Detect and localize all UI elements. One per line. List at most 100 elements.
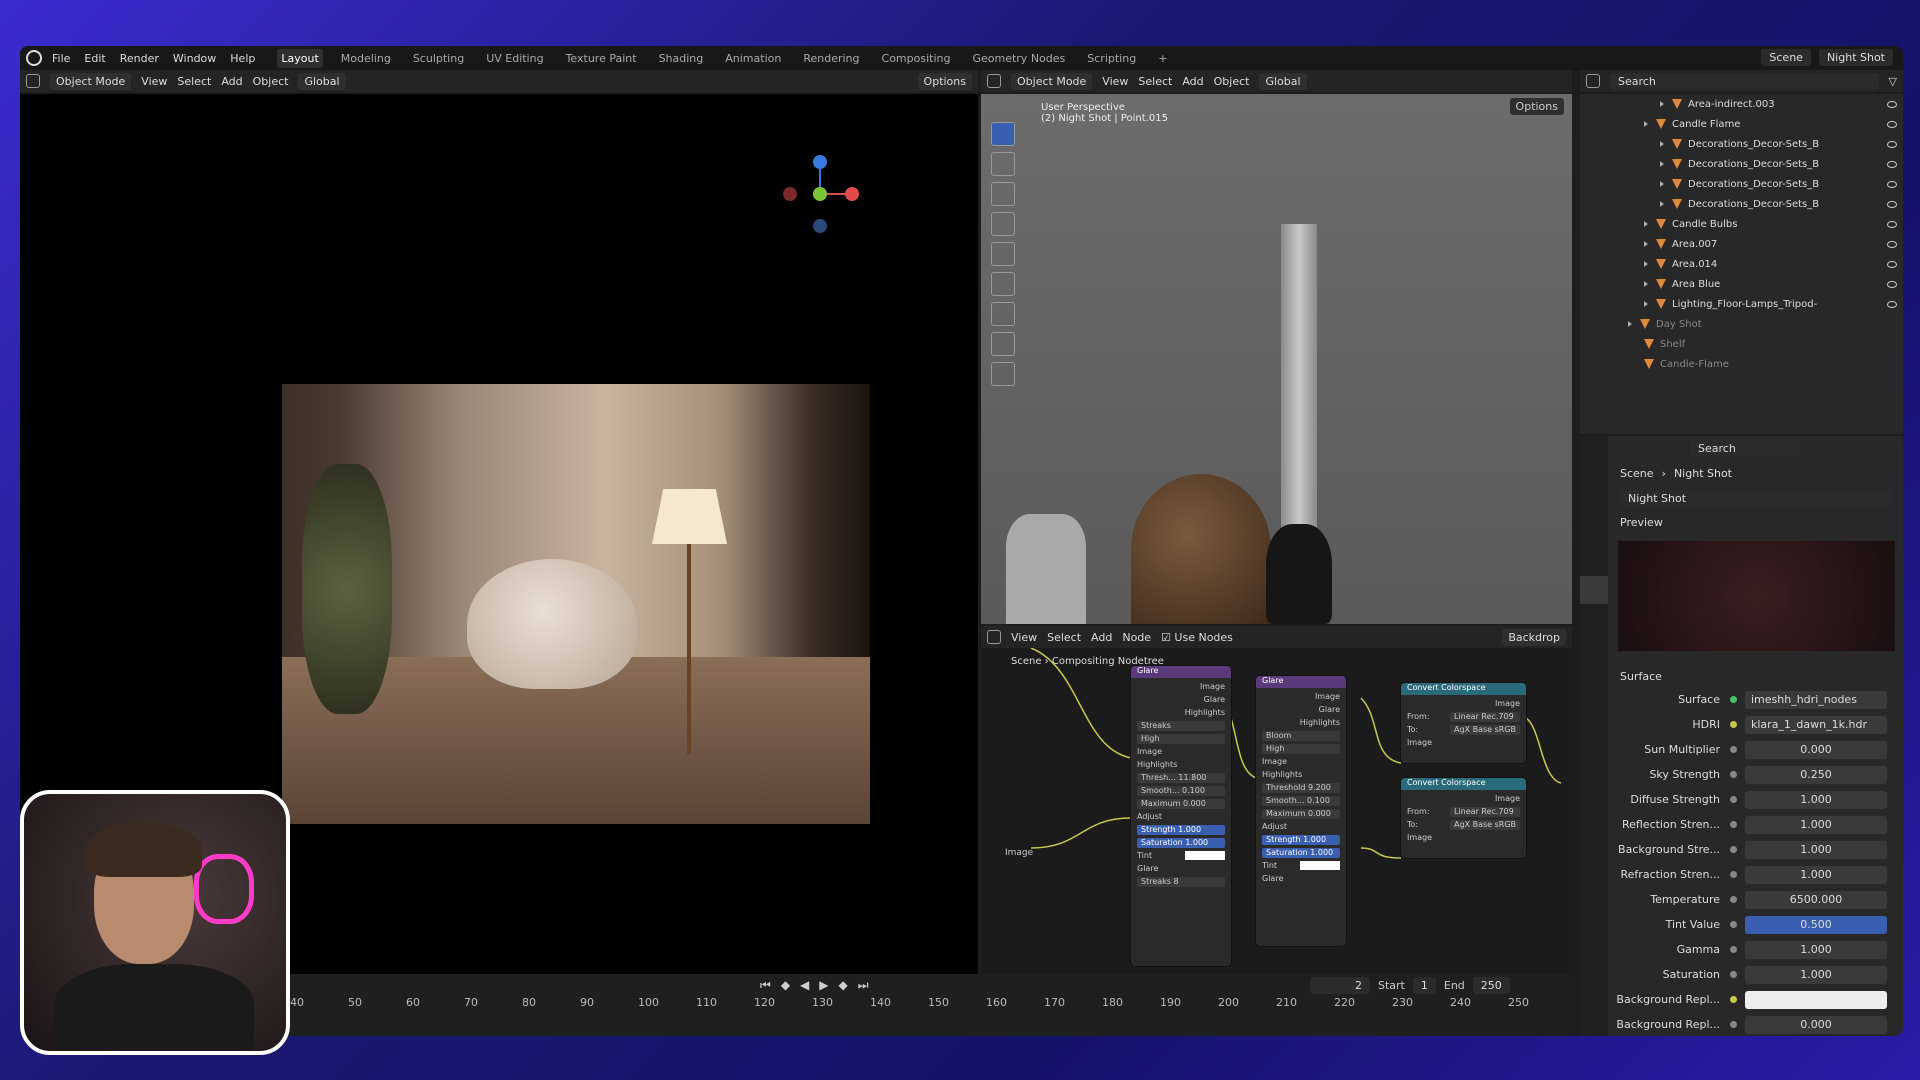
glare1-adjust-section[interactable]: Adjust: [1131, 810, 1231, 823]
glare2-threshold-field[interactable]: Threshold 9.200: [1262, 782, 1340, 793]
transform-orientation-dropdown[interactable]: Global: [298, 72, 346, 90]
transform-orientation-dropdown-2[interactable]: Global: [1259, 72, 1307, 90]
current-frame-field[interactable]: 2: [1310, 977, 1370, 994]
add-workspace-icon[interactable]: +: [1154, 49, 1171, 68]
glare1-glare-section[interactable]: Glare: [1131, 862, 1231, 875]
outliner-row[interactable]: Day Shot: [1580, 314, 1903, 334]
glare2-type-dropdown[interactable]: Bloom: [1262, 730, 1340, 741]
select-menu-2[interactable]: Select: [1138, 75, 1172, 88]
glare2-strength-slider[interactable]: Strength 1.000: [1262, 834, 1340, 845]
scene-selector[interactable]: Scene: [1761, 49, 1811, 66]
node-add-menu[interactable]: Add: [1091, 631, 1112, 644]
scene-tab-icon[interactable]: [1580, 548, 1608, 576]
blender-logo-icon[interactable]: [26, 50, 42, 66]
glare1-highlights-section[interactable]: Highlights: [1131, 758, 1231, 771]
outliner-row[interactable]: Candle Bulbs: [1580, 214, 1903, 234]
select-tool-icon[interactable]: [991, 122, 1015, 146]
eye-icon[interactable]: [1887, 280, 1897, 288]
end-frame-field[interactable]: 250: [1472, 977, 1510, 994]
world-tab-icon[interactable]: [1580, 576, 1608, 604]
editor-type-icon-2[interactable]: [987, 74, 1001, 88]
filter-icon[interactable]: ▽: [1889, 75, 1897, 88]
node-select-menu[interactable]: Select: [1047, 631, 1081, 644]
outliner-row[interactable]: Decorations_Decor-Sets_B: [1580, 154, 1903, 174]
convert-colorspace-node-1[interactable]: Convert Colorspace Image From: Linear Rec…: [1401, 683, 1526, 763]
node-node-menu[interactable]: Node: [1122, 631, 1151, 644]
rotate-tool-icon[interactable]: [991, 212, 1015, 236]
bc-world[interactable]: Night Shot: [1674, 467, 1732, 480]
add-menu-2[interactable]: Add: [1182, 75, 1203, 88]
outliner-row[interactable]: Candle Flame: [1580, 114, 1903, 134]
param-field[interactable]: 0.250: [1745, 765, 1887, 784]
outliner-editor-icon[interactable]: [1586, 74, 1600, 88]
surface-field[interactable]: imeshh_hdri_nodes: [1745, 690, 1887, 709]
outliner[interactable]: Area-indirect.003 Candle Flame Decoratio…: [1580, 94, 1903, 434]
preview-section-header[interactable]: Preview: [1610, 511, 1903, 533]
outliner-row[interactable]: Area.014: [1580, 254, 1903, 274]
editor-type-icon[interactable]: [26, 74, 40, 88]
tab-geometry-nodes[interactable]: Geometry Nodes: [968, 49, 1069, 68]
view-layer-selector[interactable]: Night Shot: [1818, 49, 1893, 66]
menu-help[interactable]: Help: [230, 52, 255, 65]
eye-icon[interactable]: [1887, 300, 1897, 308]
outliner-row[interactable]: Lighting_Floor-Lamps_Tripod-: [1580, 294, 1903, 314]
tab-scripting[interactable]: Scripting: [1083, 49, 1140, 68]
menu-edit[interactable]: Edit: [84, 52, 105, 65]
output-tab-icon[interactable]: [1580, 492, 1608, 520]
glare2-adjust-section[interactable]: Adjust: [1256, 820, 1346, 833]
properties-search[interactable]: Search: [1690, 440, 1800, 457]
add-cube-tool-icon[interactable]: [991, 362, 1015, 386]
backdrop-button[interactable]: Backdrop: [1502, 628, 1566, 646]
glare1-strength-slider[interactable]: Strength 1.000: [1137, 824, 1225, 835]
bc-scene[interactable]: Scene: [1620, 467, 1654, 480]
render-tab-icon[interactable]: [1580, 464, 1608, 492]
glare1-type-dropdown[interactable]: Streaks: [1137, 720, 1225, 731]
node-view-menu[interactable]: View: [1011, 631, 1037, 644]
glare2-quality-dropdown[interactable]: High: [1262, 743, 1340, 754]
tab-modeling[interactable]: Modeling: [337, 49, 395, 68]
scale-tool-icon[interactable]: [991, 242, 1015, 266]
glare2-out-glare[interactable]: Glare: [1256, 703, 1346, 716]
glare2-out-image[interactable]: Image: [1256, 690, 1346, 703]
eye-icon[interactable]: [1887, 200, 1897, 208]
param-field[interactable]: 0.000: [1745, 740, 1887, 759]
view-layer-tab-icon[interactable]: [1580, 520, 1608, 548]
prev-key-icon[interactable]: ◆: [781, 978, 790, 993]
start-frame-field[interactable]: 1: [1412, 977, 1436, 994]
outliner-row[interactable]: Area-indirect.003: [1580, 94, 1903, 114]
cc2-out-image[interactable]: Image: [1401, 792, 1526, 805]
outliner-row[interactable]: Area.007: [1580, 234, 1903, 254]
select-menu[interactable]: Select: [177, 75, 211, 88]
glare2-out-highlights[interactable]: Highlights: [1256, 716, 1346, 729]
glare1-quality-dropdown[interactable]: High: [1137, 733, 1225, 744]
node-editor-canvas[interactable]: Scene › Compositing Nodetree Image Glare…: [981, 648, 1572, 974]
tool-tab-icon[interactable]: [1580, 436, 1608, 464]
param-field[interactable]: 0.000: [1745, 1015, 1887, 1034]
glare2-glare-section[interactable]: Glare: [1256, 872, 1346, 885]
glare-node-2[interactable]: Glare Image Glare Highlights Bloom High …: [1256, 676, 1346, 946]
editor-type-icon-3[interactable]: [987, 630, 1001, 644]
glare2-smooth-field[interactable]: Smooth... 0.100: [1262, 795, 1340, 806]
param-field[interactable]: 1.000: [1745, 965, 1887, 984]
eye-icon[interactable]: [1887, 240, 1897, 248]
outliner-row[interactable]: Shelf: [1580, 334, 1903, 354]
outliner-row[interactable]: Candle-Flame: [1580, 354, 1903, 374]
cc2-to-dropdown[interactable]: AgX Base sRGB: [1450, 819, 1520, 830]
object-mode-dropdown-2[interactable]: Object Mode: [1011, 72, 1093, 90]
solid-viewport[interactable]: User Perspective (2) Night Shot | Point.…: [981, 94, 1572, 624]
tab-sculpting[interactable]: Sculpting: [409, 49, 468, 68]
eye-icon[interactable]: [1887, 260, 1897, 268]
world-selector[interactable]: Night Shot: [1620, 490, 1893, 507]
tab-uv-editing[interactable]: UV Editing: [482, 49, 547, 68]
annotate-tool-icon[interactable]: [991, 302, 1015, 326]
tab-compositing[interactable]: Compositing: [878, 49, 955, 68]
frame-ruler[interactable]: 40 50 60 70 80 90 100 110 120 130 140 150 160 170 180 1…: [290, 996, 1566, 1009]
object-menu-2[interactable]: Object: [1214, 75, 1250, 88]
measure-tool-icon[interactable]: [991, 332, 1015, 356]
menu-render[interactable]: Render: [120, 52, 159, 65]
eye-icon[interactable]: [1887, 180, 1897, 188]
glare1-threshold-field[interactable]: Thresh... 11.800: [1137, 772, 1225, 783]
menu-file[interactable]: File: [52, 52, 70, 65]
eye-icon[interactable]: [1887, 220, 1897, 228]
view-menu[interactable]: View: [141, 75, 167, 88]
